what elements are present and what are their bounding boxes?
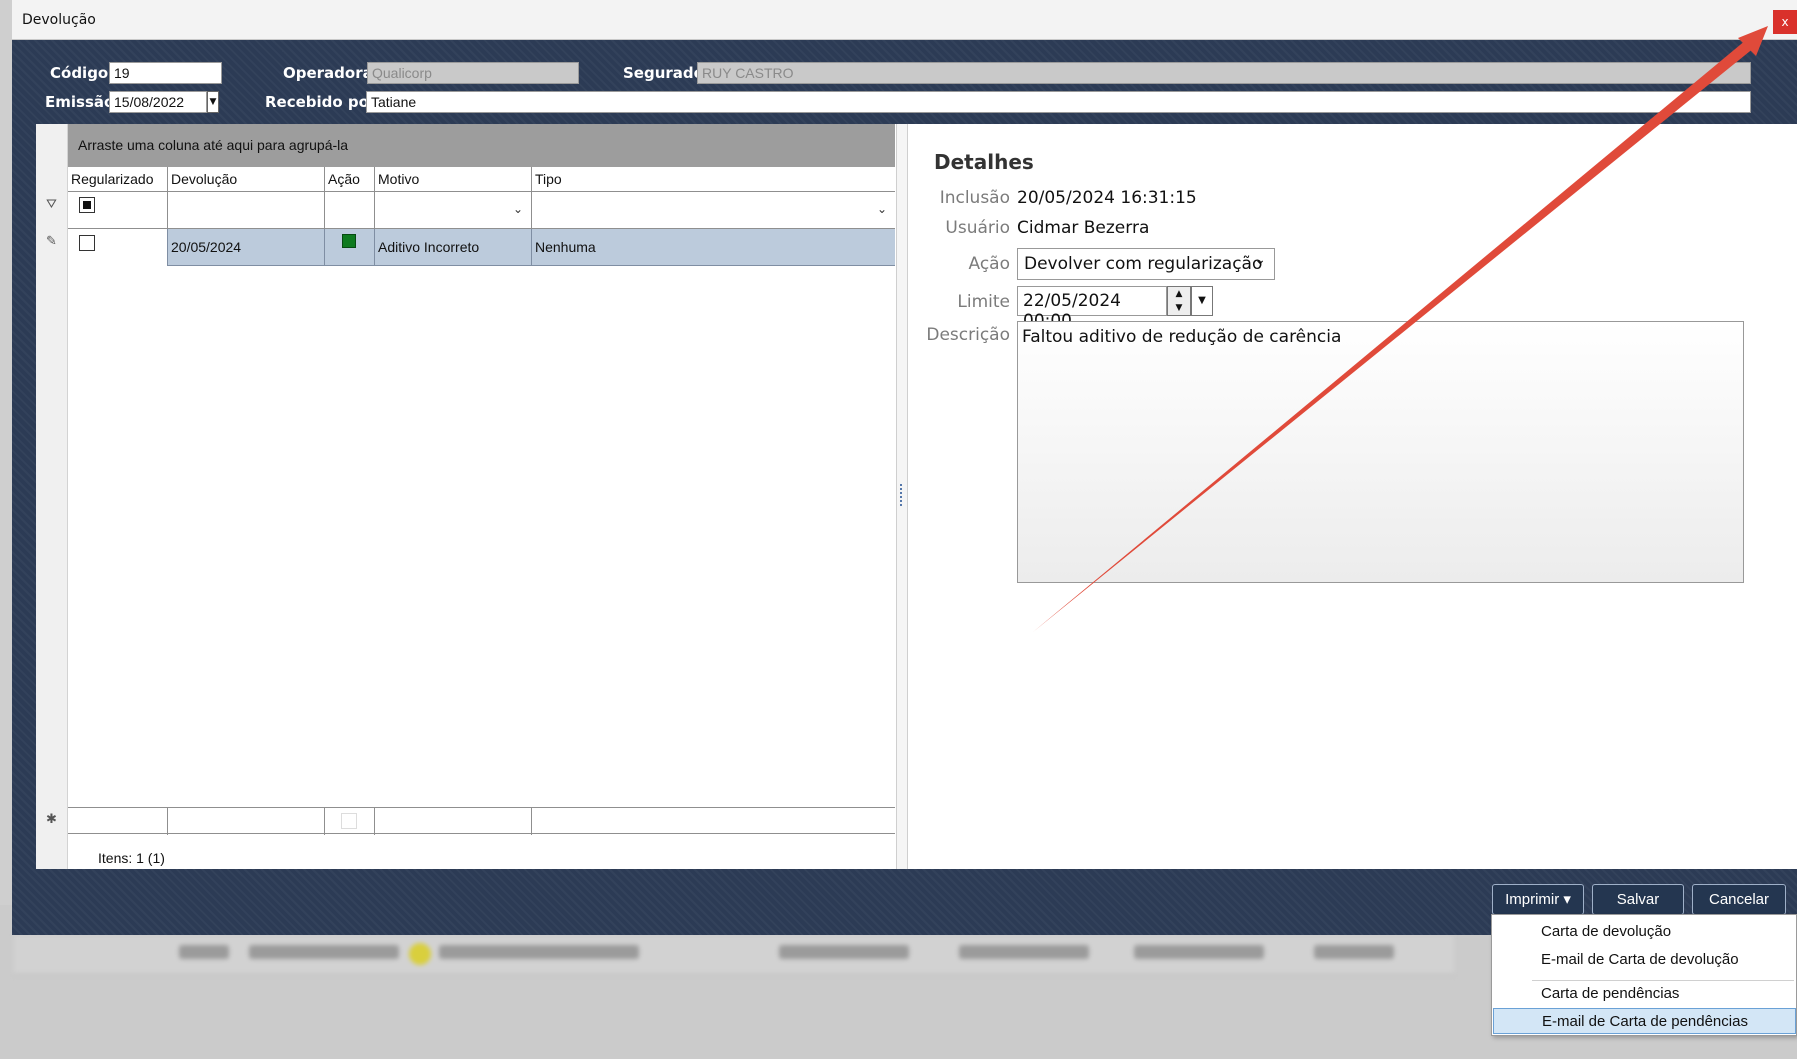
limite-dropdown-icon[interactable]: ▼ [1191, 286, 1213, 316]
new-cell[interactable] [375, 808, 532, 835]
new-cell[interactable] [168, 808, 325, 835]
close-button[interactable]: x [1773, 10, 1797, 34]
menu-item-email-carta-pendencias[interactable]: E-mail de Carta de pendências [1493, 1008, 1796, 1034]
segurado-label: Segurado [623, 64, 704, 82]
recebido-por-field[interactable]: Tatiane [366, 91, 1751, 113]
new-row-asterisk-icon: ✱ [46, 812, 57, 827]
background-row [14, 935, 1454, 975]
column-header-tipo[interactable]: Tipo [532, 167, 895, 192]
limite-field[interactable]: 22/05/2024 00:00 [1017, 286, 1167, 331]
imprimir-button[interactable]: Imprimir ▾ [1492, 884, 1584, 915]
filter-regularizado[interactable] [68, 192, 168, 229]
table-row[interactable]: 20/05/2024 Aditivo Incorreto Nenhuma [68, 229, 895, 266]
operadora-label: Operadora [283, 64, 373, 82]
usuario-label: Usuário [945, 218, 1010, 238]
emissao-dropdown-icon[interactable]: ▼ [207, 91, 219, 113]
menu-item-carta-devolucao[interactable]: Carta de devolução [1493, 919, 1796, 945]
menu-item-email-carta-devolucao[interactable]: E-mail de Carta de devolução [1493, 947, 1796, 973]
descricao-label: Descrição [926, 325, 1010, 345]
chevron-down-icon[interactable]: ⌄ [1254, 252, 1266, 268]
filter-acao[interactable] [325, 192, 375, 229]
cancelar-button[interactable]: Cancelar [1692, 884, 1786, 915]
filter-icon: ⛛ [46, 197, 57, 212]
dialog-titlebar: Devolução x [12, 0, 1797, 40]
new-cell[interactable] [532, 808, 895, 835]
recebido-por-label: Recebido por [265, 93, 377, 111]
cell-acao [325, 229, 375, 266]
operadora-field: Qualicorp [367, 62, 579, 84]
filter-checkbox[interactable] [79, 197, 95, 213]
emissao-field[interactable]: 15/08/2022 [109, 91, 207, 113]
grid-header-row: Regularizado Devolução Ação Motivo Tipo [68, 167, 895, 192]
cell-tipo: Nenhuma [535, 239, 596, 255]
cell-devolucao: 20/05/2024 [168, 229, 325, 266]
acao-select-value: Devolver com regularização [1024, 254, 1263, 274]
devolucoes-grid: ⛛ ✎ ✱ Arraste uma coluna até aqui para a… [36, 124, 896, 869]
cell-regularizado[interactable] [68, 229, 168, 266]
items-count: Itens: 1 (1) [98, 850, 165, 866]
acao-select[interactable]: Devolver com regularização ⌄ [1017, 248, 1275, 280]
splitter-grip-icon[interactable] [900, 484, 904, 506]
filter-tipo[interactable]: ⌄ [532, 192, 895, 229]
segurado-field: RUY CASTRO [697, 62, 1751, 84]
codigo-label: Código [50, 64, 109, 82]
column-header-acao[interactable]: Ação [325, 167, 375, 192]
menu-item-carta-pendencias[interactable]: Carta de pendências [1493, 981, 1796, 1007]
chevron-down-icon[interactable]: ⌄ [513, 202, 523, 216]
acao-label: Ação [968, 254, 1011, 274]
descricao-textarea[interactable]: Faltou aditivo de redução de carência [1017, 321, 1744, 583]
devolucao-dialog: Devolução x Código 19 Emissão 15/08/2022… [12, 0, 1797, 935]
usuario-value: Cidmar Bezerra [1017, 218, 1150, 238]
new-acao-checkbox[interactable] [341, 813, 357, 829]
new-cell[interactable] [325, 808, 375, 835]
inclusao-label: Inclusão [939, 188, 1010, 208]
limite-spinner[interactable]: ▲ ▼ [1167, 286, 1191, 316]
limite-label: Limite [957, 292, 1010, 312]
regularizado-checkbox[interactable] [79, 235, 95, 251]
column-header-regularizado[interactable]: Regularizado [68, 167, 168, 192]
edit-pencil-icon: ✎ [46, 234, 57, 249]
column-header-devolucao[interactable]: Devolução [168, 167, 325, 192]
grid-new-row[interactable] [68, 807, 895, 835]
emissao-label: Emissão [45, 93, 115, 111]
filter-devolucao[interactable] [168, 192, 325, 229]
imprimir-menu: Carta de devolução E-mail de Carta de de… [1491, 914, 1797, 1036]
new-cell[interactable] [68, 808, 168, 835]
acao-status-indicator [342, 234, 356, 248]
details-panel: Detalhes Inclusão 20/05/2024 16:31:15 Us… [908, 124, 1797, 869]
salvar-button[interactable]: Salvar [1592, 884, 1684, 915]
inclusao-value: 20/05/2024 16:31:15 [1017, 188, 1197, 208]
group-by-area[interactable]: Arraste uma coluna até aqui para agrupá-… [68, 124, 895, 167]
dialog-title: Devolução [22, 12, 96, 28]
grid-row-gutter: ⛛ ✎ ✱ [36, 124, 68, 869]
codigo-field[interactable]: 19 [109, 62, 222, 84]
grid-filter-row: ⌄ ⌄ [68, 192, 895, 229]
column-header-motivo[interactable]: Motivo [375, 167, 532, 192]
filter-motivo[interactable]: ⌄ [375, 192, 532, 229]
cell-motivo: Aditivo Incorreto [375, 229, 532, 266]
details-title: Detalhes [934, 150, 1034, 174]
